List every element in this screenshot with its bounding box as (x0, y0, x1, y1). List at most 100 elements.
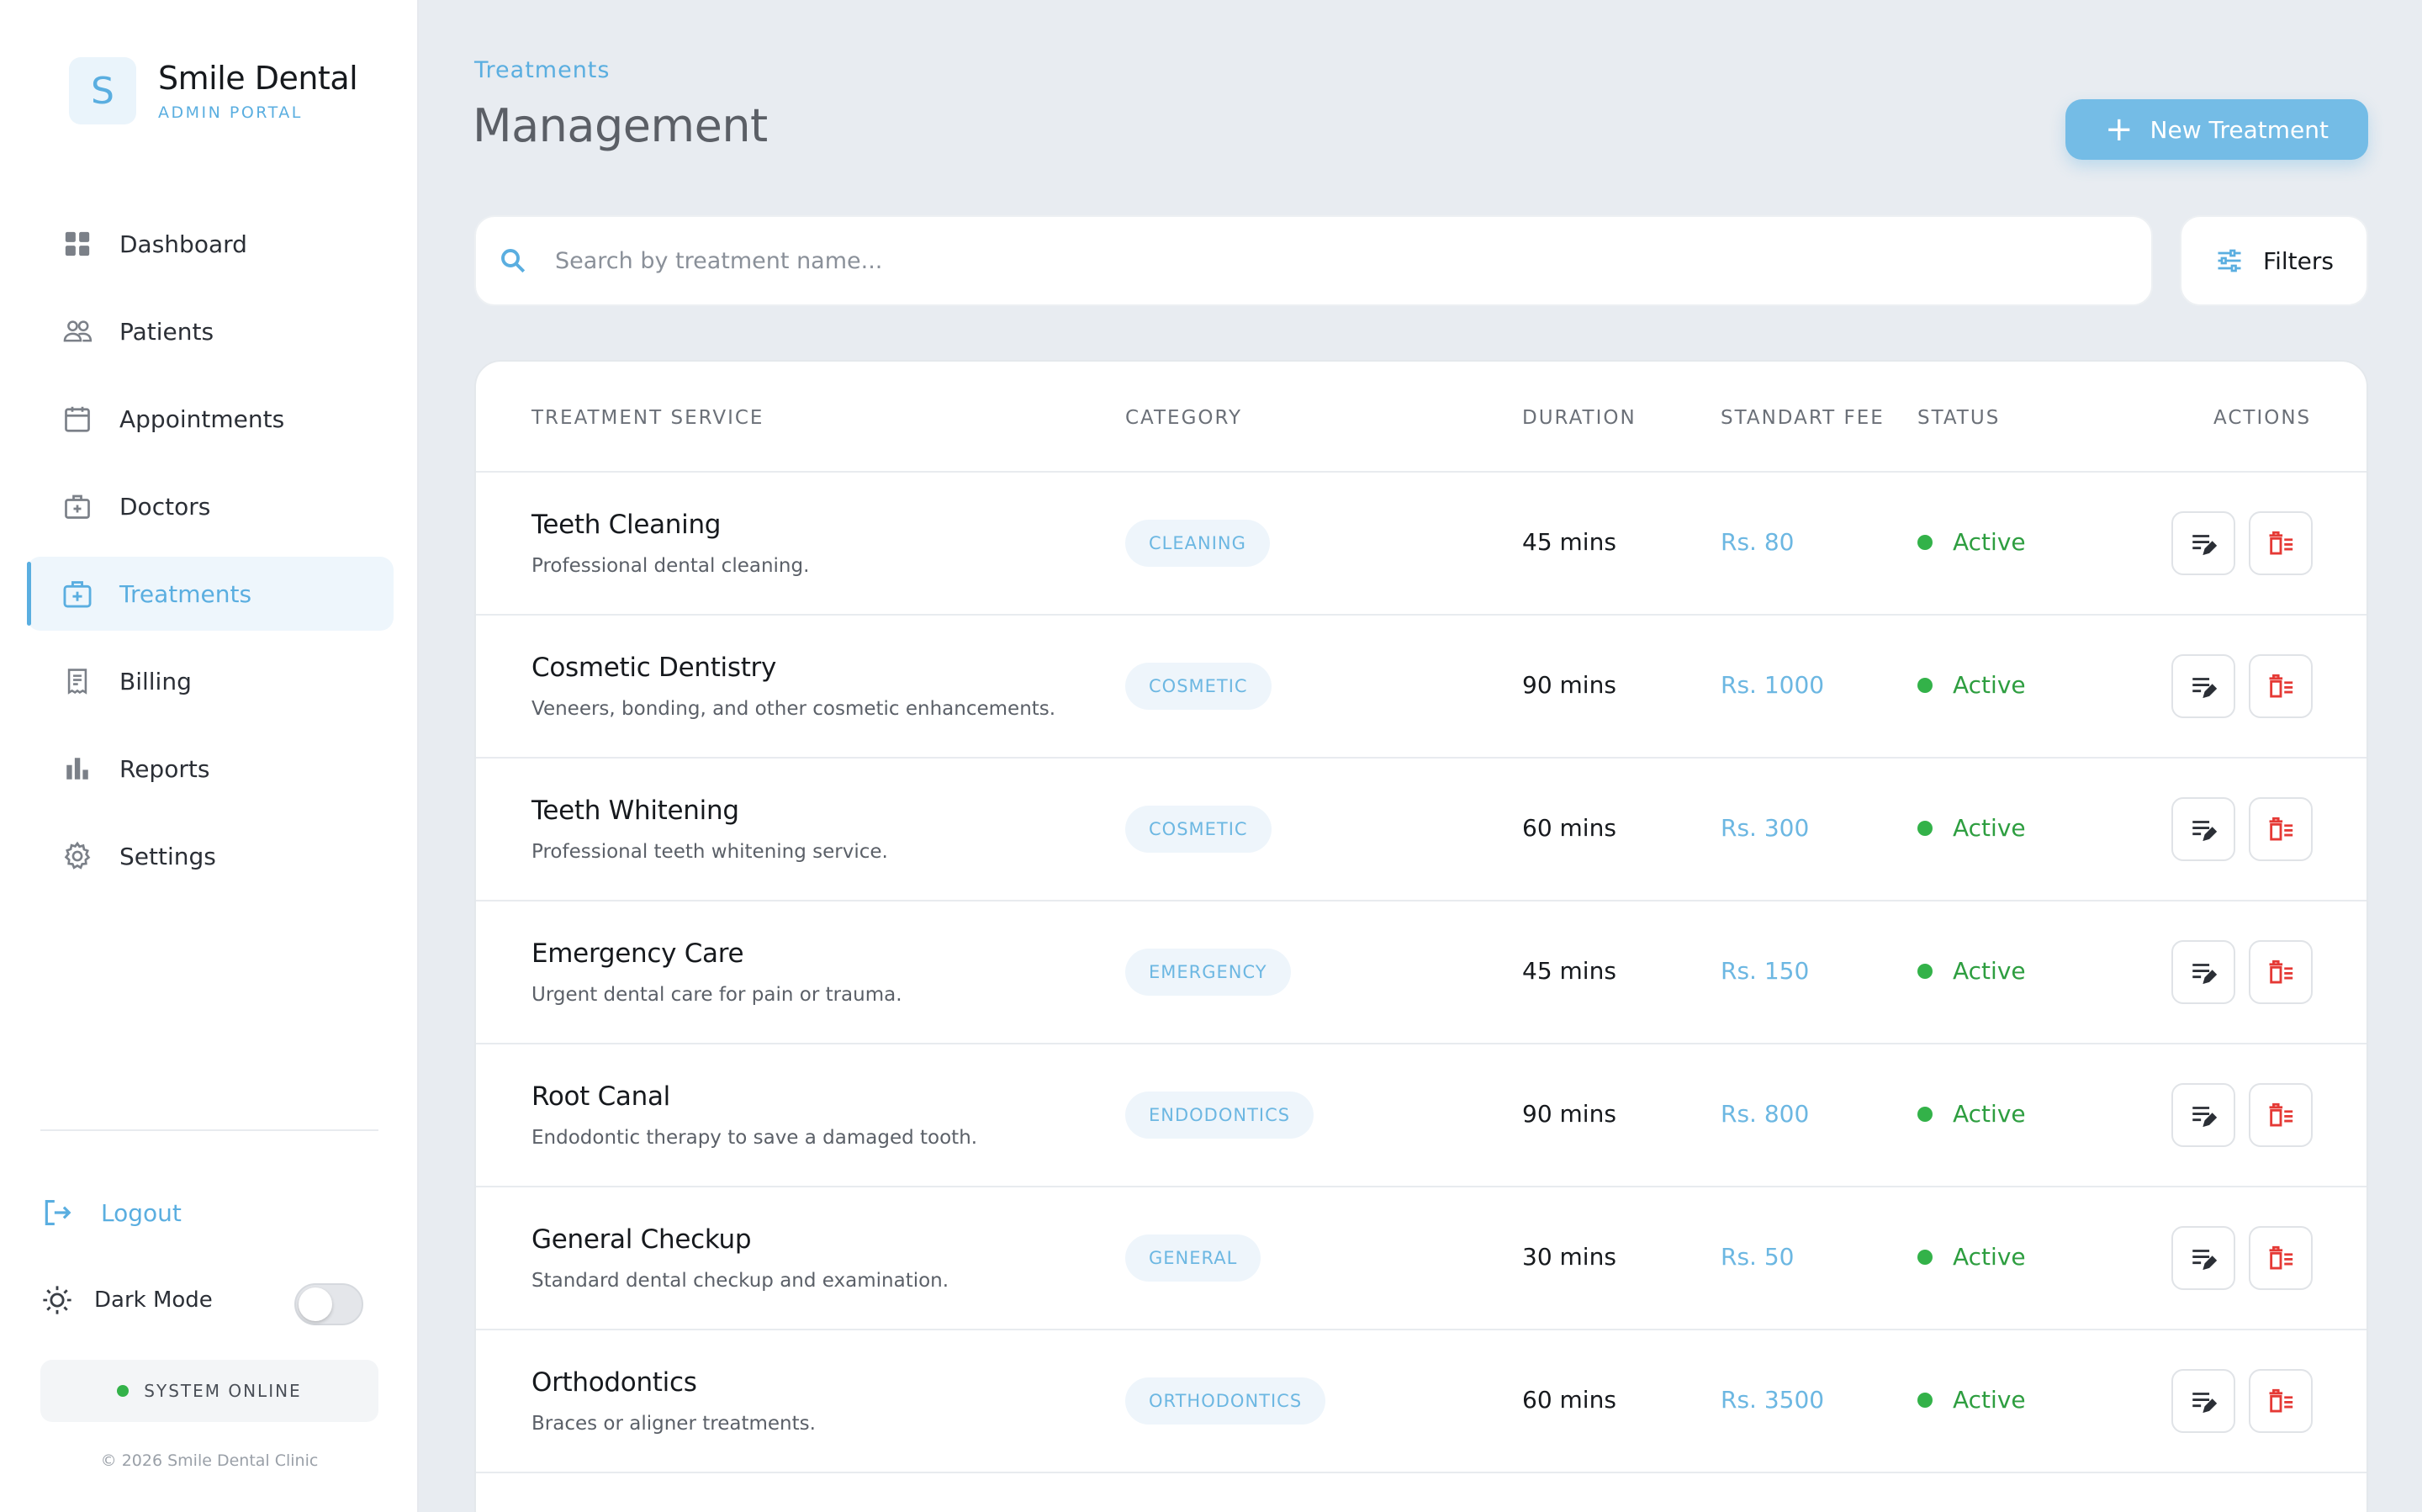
edit-button[interactable] (2171, 1369, 2235, 1433)
treatment-description: Veneers, bonding, and other cosmetic enh… (531, 698, 1056, 720)
status-badge: Active (1917, 1243, 2026, 1271)
delete-button[interactable] (2249, 511, 2313, 575)
category-badge: COSMETIC (1125, 806, 1272, 853)
treatment-description: Urgent dental care for pain or trauma. (531, 984, 902, 1006)
delete-icon (2269, 1245, 2293, 1270)
status-label: Active (1953, 1386, 2026, 1414)
logout-icon (40, 1196, 74, 1229)
delete-icon (2269, 531, 2293, 555)
table-row: Teeth Cleaning Professional dental clean… (476, 473, 2366, 616)
table-row: Root Canal Endodontic therapy to save a … (476, 1044, 2366, 1187)
column-header-fee: STANDART FEE (1721, 407, 1885, 429)
sidebar-item-billing[interactable]: Billing (27, 644, 394, 718)
plus-icon: + (2105, 110, 2134, 149)
category-badge: EMERGENCY (1125, 949, 1291, 996)
treatment-description: Professional dental cleaning. (531, 555, 810, 577)
edit-button[interactable] (2171, 654, 2235, 718)
treatment-duration: 90 mins (1522, 671, 1616, 699)
treatment-name: Orthodontics (531, 1367, 697, 1398)
sidebar-item-reports[interactable]: Reports (27, 732, 394, 806)
status-badge: Active (1917, 1100, 2026, 1128)
sidebar-item-label: Doctors (119, 492, 211, 521)
delete-button[interactable] (2249, 1083, 2313, 1147)
edit-button[interactable] (2171, 1226, 2235, 1290)
new-treatment-button[interactable]: + New Treatment (2065, 99, 2368, 160)
treatment-duration: 60 mins (1522, 814, 1616, 842)
sidebar-item-treatments[interactable]: Treatments (27, 557, 394, 631)
treatment-duration: 30 mins (1522, 1243, 1616, 1271)
brand-text: Smile Dental ADMIN PORTAL (158, 60, 358, 122)
toggle-knob (299, 1287, 332, 1321)
edit-icon (2192, 1107, 2218, 1128)
users-icon (61, 315, 94, 348)
edit-icon (2192, 678, 2218, 699)
edit-button[interactable] (2171, 797, 2235, 861)
edit-icon (2192, 535, 2218, 556)
filters-button[interactable]: Filters (2180, 215, 2368, 306)
table-row: Emergency Care Urgent dental care for pa… (476, 901, 2366, 1044)
treatment-name: Cosmetic Dentistry (531, 653, 777, 683)
status-badge: Active (1917, 814, 2026, 842)
search-input[interactable] (555, 247, 2069, 274)
sidebar-item-dashboard[interactable]: Dashboard (27, 207, 394, 281)
delete-button[interactable] (2249, 1226, 2313, 1290)
search-bar (474, 215, 2153, 306)
treatment-name: Teeth Cleaning (531, 510, 722, 540)
status-dot (1917, 1106, 1933, 1122)
sidebar-item-doctors[interactable]: Doctors (27, 469, 394, 543)
status-label: Active (1953, 1100, 2026, 1128)
treatment-description: Endodontic therapy to save a damaged too… (531, 1127, 978, 1149)
filters-label: Filters (2263, 246, 2334, 275)
treatment-fee: Rs. 1000 (1721, 671, 1825, 699)
edit-button[interactable] (2171, 511, 2235, 575)
sidebar-item-label: Billing (119, 667, 192, 695)
sidebar-item-label: Reports (119, 754, 210, 783)
delete-button[interactable] (2249, 797, 2313, 861)
column-header-duration: DURATION (1522, 407, 1637, 429)
doctor-badge-icon (61, 489, 94, 523)
treatment-description: Standard dental checkup and examination. (531, 1270, 949, 1292)
receipt-icon (61, 664, 94, 698)
status-label: Active (1953, 528, 2026, 556)
category-badge: CLEANING (1125, 520, 1270, 567)
edit-button[interactable] (2171, 1083, 2235, 1147)
column-header-status: STATUS (1917, 407, 2001, 429)
edit-button[interactable] (2171, 940, 2235, 1004)
delete-button[interactable] (2249, 654, 2313, 718)
treatment-fee: Rs. 3500 (1721, 1386, 1825, 1414)
sidebar-item-patients[interactable]: Patients (27, 294, 394, 368)
dark-mode-toggle[interactable] (294, 1283, 363, 1325)
grid-icon (61, 227, 94, 261)
bar-chart-icon (61, 752, 94, 785)
status-label: Active (1953, 671, 2026, 699)
status-dot (1917, 534, 1933, 550)
treatment-fee: Rs. 800 (1721, 1100, 1810, 1128)
table-row: Cosmetic Dentistry Veneers, bonding, and… (476, 616, 2366, 759)
table-row: Orthodontics Braces or aligner treatment… (476, 1330, 2366, 1473)
edit-icon (2192, 1250, 2218, 1271)
delete-button[interactable] (2249, 940, 2313, 1004)
status-badge: Active (1917, 1386, 2026, 1414)
sidebar-item-settings[interactable]: Settings (27, 819, 394, 893)
edit-icon (2192, 821, 2218, 842)
status-dot (1917, 963, 1933, 979)
copyright: © 2026 Smile Dental Clinic (100, 1451, 319, 1470)
new-treatment-label: New Treatment (2150, 115, 2329, 144)
treatment-name: Root Canal (531, 1081, 670, 1112)
brand-subtitle: ADMIN PORTAL (158, 103, 303, 122)
breadcrumb[interactable]: Treatments (474, 57, 610, 83)
sidebar-item-label: Patients (119, 317, 214, 346)
category-badge: COSMETIC (1125, 663, 1272, 710)
treatment-name: Teeth Whitening (531, 796, 739, 826)
logout-button[interactable]: Logout (40, 1196, 182, 1229)
sidebar-item-label: Settings (119, 842, 216, 870)
treatment-fee: Rs. 50 (1721, 1243, 1795, 1271)
delete-button[interactable] (2249, 1369, 2313, 1433)
delete-icon (2269, 1388, 2293, 1413)
status-dot (1917, 677, 1933, 693)
delete-icon (2269, 674, 2293, 698)
treatment-description: Braces or aligner treatments. (531, 1413, 816, 1435)
sidebar-item-appointments[interactable]: Appointments (27, 382, 394, 456)
treatment-fee: Rs. 300 (1721, 814, 1810, 842)
delete-icon (2269, 960, 2293, 984)
